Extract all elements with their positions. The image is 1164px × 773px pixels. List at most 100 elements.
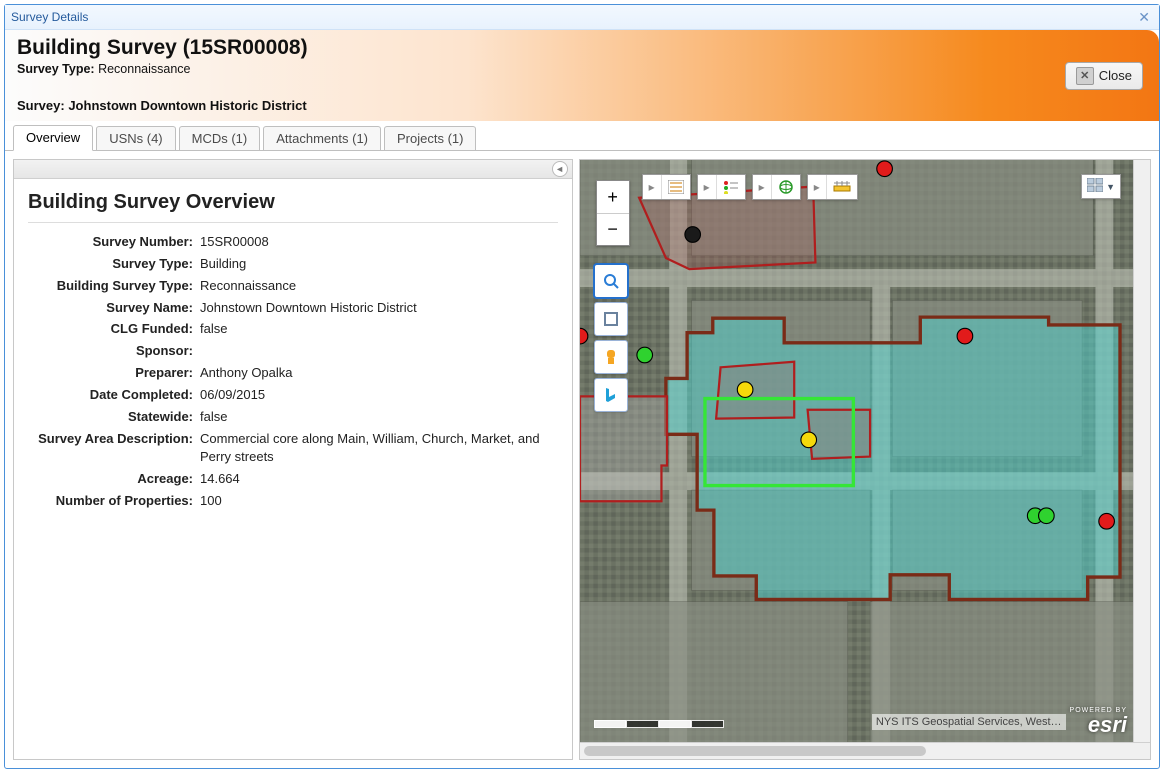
- district-polygon[interactable]: [666, 317, 1120, 599]
- field-value: 14.664: [200, 470, 558, 489]
- survey-name-line: Survey: Johnstown Downtown Historic Dist…: [17, 98, 1147, 113]
- overview-title: Building Survey Overview: [28, 191, 558, 214]
- close-icon: ✕: [1076, 67, 1094, 85]
- close-button-label: Close: [1099, 68, 1132, 83]
- survey-type-value: Reconnaissance: [98, 62, 190, 76]
- field-value: false: [200, 320, 558, 339]
- zoom-control: + −: [596, 180, 630, 246]
- survey-value: Johnstown Downtown Historic District: [68, 98, 306, 113]
- esri-logo: esri: [1088, 714, 1127, 736]
- field-label: Survey Type:: [28, 255, 200, 274]
- overview-body: Building Survey Overview Survey Number:1…: [14, 179, 572, 759]
- field-label: Statewide:: [28, 408, 200, 427]
- map-point[interactable]: [637, 347, 653, 363]
- map-panel: + −: [579, 159, 1151, 760]
- map-point[interactable]: [684, 227, 700, 243]
- map-scrollbar-horizontal[interactable]: [580, 742, 1150, 759]
- tab-projects-1-[interactable]: Projects (1): [384, 126, 476, 150]
- chevron-down-icon: ▼: [1106, 182, 1115, 192]
- field-label: Building Survey Type:: [28, 277, 200, 296]
- full-extent-tool-icon[interactable]: [594, 302, 628, 336]
- map-top-toolbar: ▸ ▸: [642, 174, 858, 200]
- field-label: Sponsor:: [28, 342, 200, 361]
- globe-icon: [772, 175, 800, 199]
- measure-tool[interactable]: ▸: [807, 174, 858, 200]
- identify-tool-icon[interactable]: [594, 340, 628, 374]
- map-canvas[interactable]: + −: [580, 160, 1133, 742]
- list-icon: [662, 175, 690, 199]
- field-label: Number of Properties:: [28, 492, 200, 511]
- content-split: ◄ Building Survey Overview Survey Number…: [5, 151, 1159, 768]
- field-label: Date Completed:: [28, 386, 200, 405]
- overview-row: Number of Properties:100: [28, 492, 558, 511]
- field-value: 15SR00008: [200, 233, 558, 252]
- overview-field-list: Survey Number:15SR00008Survey Type:Build…: [28, 233, 558, 511]
- map-point[interactable]: [876, 161, 892, 177]
- field-label: Acreage:: [28, 470, 200, 489]
- map-point[interactable]: [737, 382, 753, 398]
- map-svg: [580, 160, 1133, 742]
- building-polygon[interactable]: [807, 410, 869, 459]
- map-point[interactable]: [1098, 513, 1114, 529]
- chevron-right-icon: ▸: [698, 175, 717, 199]
- building-polygon[interactable]: [580, 396, 667, 501]
- field-label: Preparer:: [28, 364, 200, 383]
- overview-row: Sponsor:: [28, 342, 558, 361]
- field-value: [200, 342, 558, 361]
- overview-row: Survey Area Description:Commercial core …: [28, 430, 558, 468]
- overview-row: Survey Number:15SR00008: [28, 233, 558, 252]
- overview-row: Acreage:14.664: [28, 470, 558, 489]
- chevron-right-icon: ▸: [753, 175, 772, 199]
- building-polygon[interactable]: [716, 362, 794, 419]
- ruler-icon: [827, 175, 857, 199]
- tab-attachments-1-[interactable]: Attachments (1): [263, 126, 381, 150]
- map-point[interactable]: [1038, 508, 1054, 524]
- overview-row: Survey Name:Johnstown Downtown Historic …: [28, 299, 558, 318]
- chevron-right-icon: ▸: [643, 175, 662, 199]
- tab-mcds-1-[interactable]: MCDs (1): [179, 126, 261, 150]
- overview-row: CLG Funded:false: [28, 320, 558, 339]
- tabs-row: OverviewUSNs (4)MCDs (1)Attachments (1)P…: [5, 121, 1159, 151]
- tab-overview[interactable]: Overview: [13, 125, 93, 151]
- attribution-text: NYS ITS Geospatial Services, West…: [872, 714, 1066, 730]
- legend-tool[interactable]: ▸: [697, 174, 746, 200]
- zoom-in-button[interactable]: +: [597, 181, 629, 213]
- field-value: false: [200, 408, 558, 427]
- field-label: Survey Area Description:: [28, 430, 200, 468]
- map-scrollbar-vertical[interactable]: [1133, 160, 1150, 742]
- field-value: Building: [200, 255, 558, 274]
- legend-icon: [717, 175, 745, 199]
- overview-panel: ◄ Building Survey Overview Survey Number…: [13, 159, 573, 760]
- overview-row: Date Completed:06/09/2015: [28, 386, 558, 405]
- overview-row: Statewide:false: [28, 408, 558, 427]
- field-label: CLG Funded:: [28, 320, 200, 339]
- window-close-x-icon[interactable]: ✕: [1135, 9, 1153, 26]
- map-point[interactable]: [801, 432, 817, 448]
- scrollbar-thumb[interactable]: [584, 746, 926, 756]
- toc-tool[interactable]: ▸: [642, 174, 691, 200]
- survey-details-window: Survey Details ✕ Building Survey (15SR00…: [4, 4, 1160, 769]
- field-value: 06/09/2015: [200, 386, 558, 405]
- survey-type-line: Survey Type: Reconnaissance: [17, 62, 1147, 76]
- field-label: Survey Number:: [28, 233, 200, 252]
- basemap-switcher[interactable]: ▼: [1081, 174, 1121, 199]
- header-band: Building Survey (15SR00008) Survey Type:…: [5, 30, 1159, 121]
- basemap-tool[interactable]: ▸: [752, 174, 801, 200]
- field-label: Survey Name:: [28, 299, 200, 318]
- collapse-arrow-icon: ◄: [552, 161, 568, 177]
- map-point[interactable]: [957, 328, 973, 344]
- tab-usns-4-[interactable]: USNs (4): [96, 126, 175, 150]
- survey-label: Survey:: [17, 98, 65, 113]
- field-value: Reconnaissance: [200, 277, 558, 296]
- zoom-rect-tool-icon[interactable]: [594, 264, 628, 298]
- field-value: 100: [200, 492, 558, 511]
- bing-tool-icon[interactable]: [594, 378, 628, 412]
- close-button[interactable]: ✕ Close: [1065, 62, 1143, 90]
- separator: [28, 222, 558, 223]
- overview-row: Preparer:Anthony Opalka: [28, 364, 558, 383]
- chevron-right-icon: ▸: [808, 175, 827, 199]
- panel-collapse-bar[interactable]: ◄: [14, 160, 572, 179]
- window-title: Survey Details: [11, 10, 88, 24]
- titlebar: Survey Details ✕: [5, 5, 1159, 30]
- zoom-out-button[interactable]: −: [597, 213, 629, 245]
